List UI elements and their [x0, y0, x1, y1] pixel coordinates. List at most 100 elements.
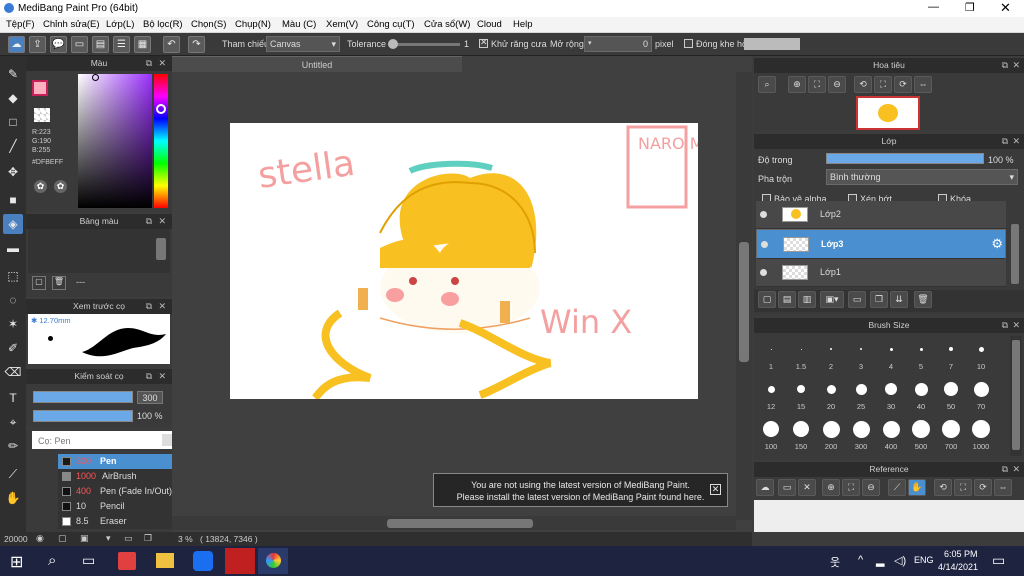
close-icon[interactable]: ✕: [158, 299, 166, 314]
undock-icon[interactable]: ⧉: [1002, 134, 1008, 149]
fit-icon[interactable]: ⛶: [842, 479, 860, 496]
brush-opacity-slider[interactable]: [33, 410, 133, 422]
undock-icon[interactable]: ⧉: [146, 369, 152, 384]
undock-icon[interactable]: ⧉: [1002, 318, 1008, 333]
document-icon[interactable]: ▤: [92, 36, 109, 53]
lasso-tool-icon[interactable]: ◌: [3, 290, 23, 310]
layer-row[interactable]: Lớp1: [756, 259, 1006, 287]
divide-tool-icon[interactable]: ✏: [3, 436, 23, 456]
undock-icon[interactable]: ⧉: [146, 214, 152, 229]
flip-icon[interactable]: ⇔: [994, 479, 1012, 496]
brush-size-option[interactable]: 500: [906, 416, 936, 454]
menu-view[interactable]: Xem(V): [326, 19, 358, 30]
brush-size-option[interactable]: 10: [966, 336, 996, 374]
fit-window-icon[interactable]: ⛶: [954, 479, 972, 496]
minimize-icon[interactable]: —: [928, 1, 939, 13]
canvas-horizontal-scrollbar[interactable]: [172, 516, 736, 530]
rotate-right-icon[interactable]: ⟳: [974, 479, 992, 496]
zalo-icon[interactable]: [193, 551, 213, 571]
duplicate-layer-icon[interactable]: ❐: [870, 291, 888, 308]
line-tool-icon[interactable]: ╱: [3, 136, 23, 156]
brush-size-option[interactable]: 1.5: [786, 336, 816, 374]
menu-cloud[interactable]: Cloud: [477, 19, 502, 30]
fill-rect-tool-icon[interactable]: ■: [3, 190, 23, 210]
navigator-thumbnail[interactable]: [856, 96, 920, 130]
copy-icon[interactable]: ❐: [144, 533, 152, 544]
clock-date[interactable]: 4/14/2021: [938, 562, 978, 572]
rotate-left-icon[interactable]: ⟲: [934, 479, 952, 496]
close-gap-field[interactable]: [744, 38, 800, 50]
brush-size-option[interactable]: 3: [846, 336, 876, 374]
brush-item-airbrush[interactable]: 1000 AirBrush: [58, 469, 186, 484]
brush-size-option[interactable]: 1000: [966, 416, 996, 454]
canvas-vertical-scrollbar[interactable]: [736, 72, 752, 520]
file-explorer-icon[interactable]: [156, 553, 174, 568]
color-picker-square[interactable]: [78, 74, 152, 208]
maximize-icon[interactable]: ❐: [965, 1, 975, 14]
new-palette-icon[interactable]: ▢: [32, 276, 46, 290]
close-icon[interactable]: ✕: [1000, 0, 1011, 16]
select-pen-icon[interactable]: ✐: [3, 338, 23, 358]
reference-select[interactable]: Canvas ▾: [266, 36, 340, 52]
close-icon[interactable]: ✕: [1012, 58, 1020, 73]
brush-size-option[interactable]: 400: [876, 416, 906, 454]
brush-item-pen[interactable]: 300Pen⚙: [58, 454, 186, 469]
eye-icon[interactable]: [760, 211, 767, 218]
fit-icon[interactable]: ⛶: [808, 76, 826, 93]
hue-slider-thumb[interactable]: [156, 104, 166, 114]
delete-palette-icon[interactable]: 🗑: [52, 276, 66, 290]
gear-icon[interactable]: ⚙: [991, 236, 1003, 252]
brush-size-option[interactable]: 50: [936, 376, 966, 414]
rotate-right-icon[interactable]: ⟳: [894, 76, 912, 93]
menu-filter[interactable]: Bộ lọc(R): [143, 19, 183, 30]
close-icon[interactable]: ✕: [1012, 318, 1020, 333]
share-icon[interactable]: ⇪: [29, 36, 46, 53]
close-icon[interactable]: ✕: [710, 484, 721, 495]
comment-icon[interactable]: 💬: [50, 36, 67, 53]
brush-size-option[interactable]: 100: [756, 416, 786, 454]
hand-icon[interactable]: ✋: [908, 479, 926, 496]
move-tool-icon[interactable]: ✥: [3, 162, 23, 182]
vertical-scroll-thumb[interactable]: [739, 242, 749, 362]
layer-opacity-slider[interactable]: [826, 153, 984, 164]
notification-icon[interactable]: ▭: [992, 552, 1005, 569]
brush-filter-input[interactable]: Cọ: Pen: [32, 431, 172, 449]
horizontal-scroll-thumb[interactable]: [387, 519, 533, 528]
close-icon[interactable]: ✕: [1012, 134, 1020, 149]
reference-image-area[interactable]: [754, 500, 1024, 532]
merge-layer-icon[interactable]: ⇊: [890, 291, 908, 308]
layer-row[interactable]: Lớp3 ⚙: [756, 229, 1006, 259]
antialias-checkbox[interactable]: ✕: [479, 37, 488, 48]
text-tool-icon[interactable]: T: [3, 388, 23, 408]
brush-size-option[interactable]: 1: [756, 336, 786, 374]
hand-tool-icon[interactable]: ✋: [3, 488, 23, 508]
zoom-search-icon[interactable]: ⌕: [758, 76, 776, 93]
eyedropper-icon[interactable]: ⟋: [3, 464, 23, 484]
windows-start-icon[interactable]: ⊞: [10, 552, 23, 572]
add-layer-dropdown-icon[interactable]: ▣▾: [820, 291, 844, 308]
brush-size-option[interactable]: 700: [936, 416, 966, 454]
eye-icon[interactable]: [760, 269, 767, 276]
brush-size-option[interactable]: 200: [816, 416, 846, 454]
brush-item-eraser[interactable]: 8.5 Eraser: [58, 514, 186, 529]
zoom-out-icon[interactable]: ⊖: [828, 76, 846, 93]
brush-size-option[interactable]: 7: [936, 336, 966, 374]
brush-size-option[interactable]: 5: [906, 336, 936, 374]
eyedropper-icon[interactable]: ⟋: [888, 479, 906, 496]
close-icon[interactable]: ✕: [1012, 462, 1020, 477]
menu-layer[interactable]: Lớp(L): [106, 19, 134, 30]
close-icon[interactable]: ✕: [158, 369, 166, 384]
menu-window[interactable]: Cửa sổ(W): [424, 19, 470, 30]
brush-size-option[interactable]: 30: [876, 376, 906, 414]
new-8bit-layer-icon[interactable]: ▥: [798, 291, 816, 308]
menu-snap[interactable]: Chụp(N): [235, 19, 271, 30]
brush-size-option[interactable]: 300: [846, 416, 876, 454]
page-layout-icon[interactable]: ▣: [80, 533, 89, 544]
expand-input[interactable]: ▾ 0: [584, 36, 652, 52]
network-icon[interactable]: ▂: [876, 554, 884, 567]
bucket-tool-icon[interactable]: ◈: [3, 214, 23, 234]
close-gap-checkbox[interactable]: [684, 39, 693, 48]
open-folder-icon[interactable]: ▭: [778, 479, 796, 496]
menu-help[interactable]: Help: [513, 19, 533, 30]
brush-tool-icon[interactable]: ✎: [3, 64, 23, 84]
